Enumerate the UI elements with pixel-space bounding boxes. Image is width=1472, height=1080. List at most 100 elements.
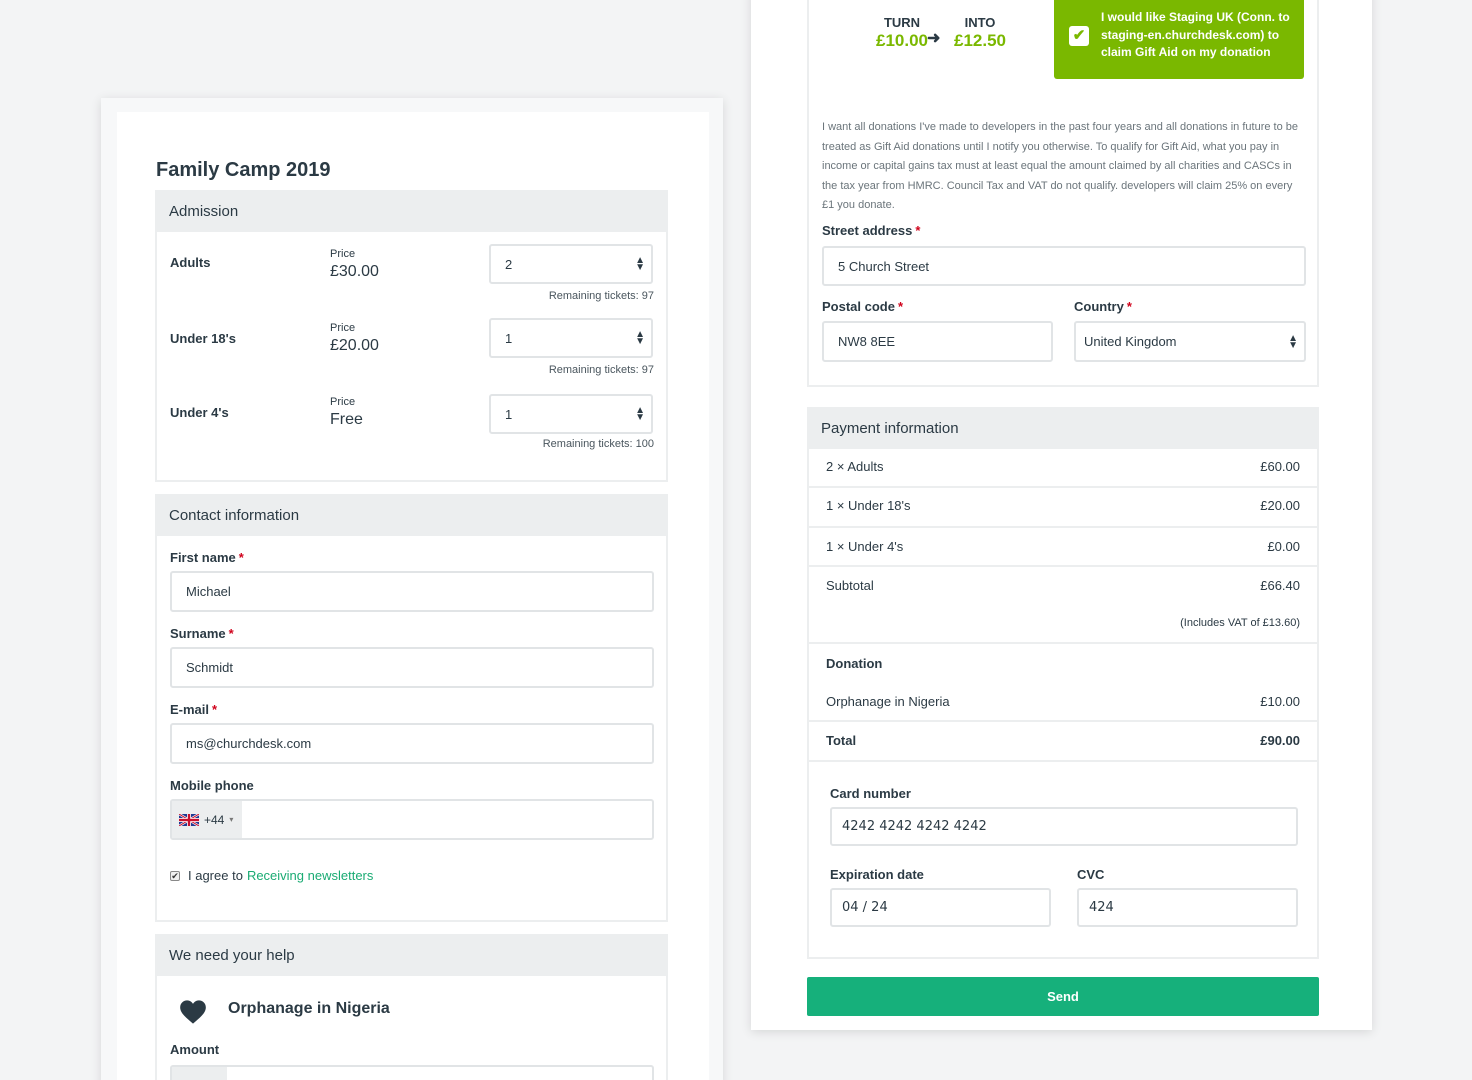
postal-code-value: NW8 8EE [838,334,896,349]
ticket-price-under4: Free [330,411,363,428]
cause-title: Orphanage in Nigeria [228,1000,390,1017]
email-label: E-mail * [170,702,218,717]
currency-addon [172,1067,227,1080]
payment-line: 1 × Under 18's £20.00 [826,498,1300,513]
ticket-name-adults: Adults [170,255,211,270]
remaining-tickets-under18: Remaining tickets: 97 [548,364,654,376]
country-select[interactable]: United Kingdom ▲ ▼ [1074,321,1306,362]
admission-heading: Admission [157,192,666,232]
contact-heading: Contact information [157,496,666,536]
line-amount: £0.00 [1267,539,1300,554]
expiration-date-value: 04 / 24 [842,900,888,915]
heart-icon [180,1000,206,1024]
expiration-date-field[interactable]: 04 / 24 [830,888,1051,927]
ticket-name-under18: Under 18's [170,331,236,346]
card-number-field[interactable]: 4242 4242 4242 4242 [830,807,1298,846]
contact-panel: Contact information First name * Michael … [155,494,668,922]
divider [809,486,1317,488]
street-address-field[interactable]: 5 Church Street [822,246,1306,286]
total-row: Total £90.00 [826,733,1300,748]
street-address-value: 5 Church Street [838,258,930,274]
donation-label: Donation [826,656,883,671]
send-button[interactable]: Send [807,977,1319,1016]
payment-heading: Payment information [809,409,1317,449]
help-heading: We need your help [157,936,666,976]
newsletter-consent: ✔ I agree to Receiving newsletters [170,868,373,883]
line-amount: £20.00 [1260,498,1300,513]
checkout-card: TURN £10.00 ➜ INTO £12.50 ✔ I would like… [751,0,1372,1030]
total-label: Total [826,733,857,748]
select-arrows-icon: ▲ ▼ [1288,332,1298,351]
gift-aid-claim-box[interactable]: ✔ I would like Staging UK (Conn. to stag… [1054,0,1304,79]
quantity-select-under18[interactable]: 1 ▲ ▼ [489,318,653,358]
first-name-field[interactable]: Michael [170,571,654,612]
cvc-label: CVC [1077,867,1105,882]
divider [809,760,1317,762]
amount-field[interactable] [170,1065,654,1080]
divider [809,565,1317,567]
country-value: United Kingdom [1084,334,1177,349]
into-value: £12.50 [954,31,1006,50]
donation-panel: We need your help Orphanage in Nigeria A… [155,934,668,1080]
line-label: 1 × Under 18's [826,498,911,513]
email-field[interactable]: ms@churchdesk.com [170,723,654,764]
gift-aid-checkbox-text: I would like Staging UK (Conn. to stagin… [1101,10,1290,59]
newsletter-text: I agree to [188,868,243,883]
newsletter-checkbox[interactable]: ✔ [170,870,180,881]
phone-prefix: +44 [204,812,225,827]
payment-line: 1 × Under 4's £0.00 [826,539,1300,554]
quantity-value: 1 [505,406,513,422]
gift-aid-checkbox[interactable]: ✔ [1069,26,1089,46]
country-code-selector[interactable]: +44 ▾ [172,801,242,838]
expiration-date-label: Expiration date [830,867,924,882]
postal-code-field[interactable]: NW8 8EE [822,321,1053,362]
cvc-value: 424 [1089,900,1114,915]
event-title: Family Camp 2019 [156,159,331,181]
ticket-name-under4: Under 4's [170,405,229,420]
remaining-tickets-under4: Remaining tickets: 100 [542,438,654,450]
gift-aid-declaration: I want all donations I've made to develo… [822,121,1299,212]
newsletter-link[interactable]: Receiving newsletters [247,868,373,883]
donation-cause: Orphanage in Nigeria [826,694,950,709]
amount-label: Amount [170,1042,220,1057]
uk-flag-icon [179,813,199,826]
cvc-field[interactable]: 424 [1077,888,1298,927]
street-address-label: Street address * [822,223,921,238]
divider [809,526,1317,528]
line-label: 1 × Under 4's [826,539,904,554]
surname-label: Surname * [170,626,234,641]
caret-down-icon: ▾ [229,815,234,824]
registration-form-card: Family Camp 2019 Admission Adults Price … [101,98,723,1080]
into-label: INTO [964,15,996,30]
subtotal-value: £66.40 [1260,578,1300,593]
ticket-price-adults: £30.00 [330,263,379,280]
gift-aid-panel: TURN £10.00 ➜ INTO £12.50 ✔ I would like… [807,0,1319,387]
line-label: 2 × Adults [826,459,884,474]
divider [809,642,1317,644]
divider [809,720,1317,722]
registration-form-inner: Family Camp 2019 Admission Adults Price … [117,112,709,1080]
stepper-arrows-icon: ▲ ▼ [635,329,645,347]
postal-code-label: Postal code * [822,299,904,314]
vat-note: (Includes VAT of £13.60) [1180,617,1300,629]
price-label: Price [330,396,356,408]
subtotal-label: Subtotal [826,578,874,593]
line-amount: £60.00 [1260,459,1300,474]
arrow-right-icon: ➜ [927,30,941,47]
quantity-select-adults[interactable]: 2 ▲ ▼ [489,244,653,284]
card-number-value: 4242 4242 4242 4242 [842,819,987,834]
card-number-label: Card number [830,786,911,801]
first-name-value: Michael [186,584,231,599]
country-label: Country * [1074,299,1132,314]
payment-line: 2 × Adults £60.00 [826,459,1300,474]
surname-field[interactable]: Schmidt [170,647,654,688]
email-value: ms@churchdesk.com [186,736,312,751]
total-value: £90.00 [1260,733,1300,748]
donation-amount: £10.00 [1260,694,1300,709]
donation-row: Orphanage in Nigeria £10.00 [826,694,1300,709]
price-label: Price [330,322,356,334]
mobile-phone-field[interactable]: +44 ▾ [170,799,654,840]
quantity-select-under4[interactable]: 1 ▲ ▼ [489,394,653,434]
first-name-label: First name * [170,550,244,565]
stepper-arrows-icon: ▲ ▼ [635,255,645,273]
